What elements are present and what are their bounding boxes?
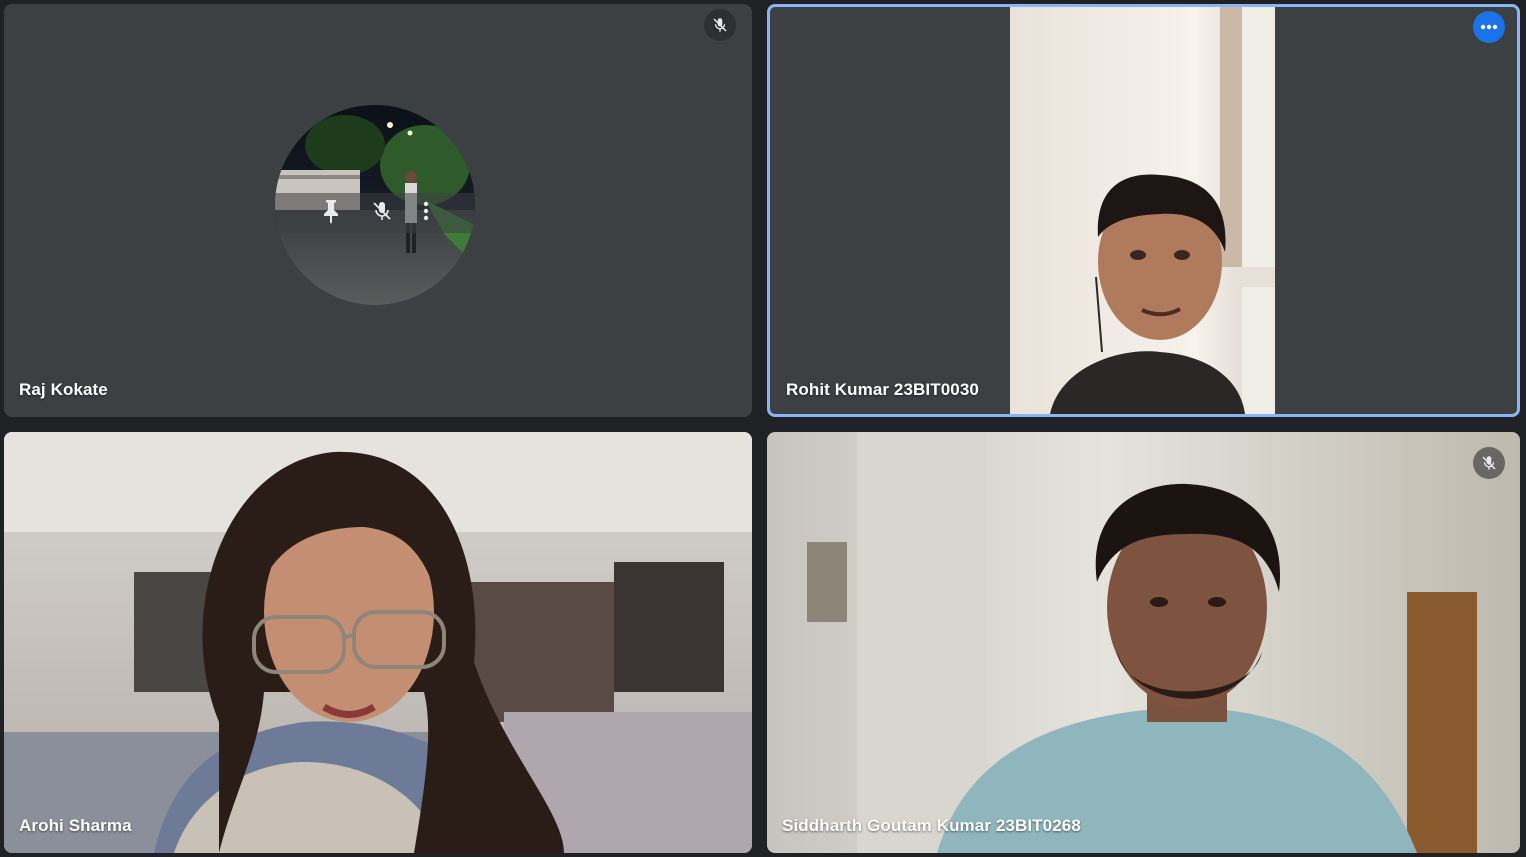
participant-tile-arohi-sharma[interactable]: Arohi Sharma <box>4 432 752 853</box>
pin-icon[interactable] <box>320 198 342 229</box>
participant-video <box>4 432 752 853</box>
participant-video <box>767 432 1520 853</box>
avatar-hover-controls <box>275 193 475 233</box>
participant-name: Siddharth Goutam Kumar 23BIT0268 <box>782 816 1081 835</box>
mic-off-icon[interactable] <box>370 199 394 228</box>
participant-tile-rohit-kumar[interactable]: Rohit Kumar 23BIT0030 <box>767 4 1520 417</box>
avatar <box>275 105 475 305</box>
participant-tile-raj-kokate[interactable]: Raj Kokate <box>4 4 752 417</box>
more-options-icon <box>1480 24 1498 30</box>
mic-off-icon <box>704 9 736 41</box>
participant-name: Raj Kokate <box>19 380 108 399</box>
participant-tile-siddharth-goutam-kumar[interactable]: Siddharth Goutam Kumar 23BIT0268 <box>767 432 1520 853</box>
participant-name: Rohit Kumar 23BIT0030 <box>786 380 979 399</box>
participant-video <box>1010 7 1275 414</box>
mic-off-icon <box>1473 447 1505 479</box>
more-options-icon[interactable] <box>422 199 430 228</box>
more-options-button[interactable] <box>1473 11 1505 43</box>
participant-name: Arohi Sharma <box>19 816 132 835</box>
